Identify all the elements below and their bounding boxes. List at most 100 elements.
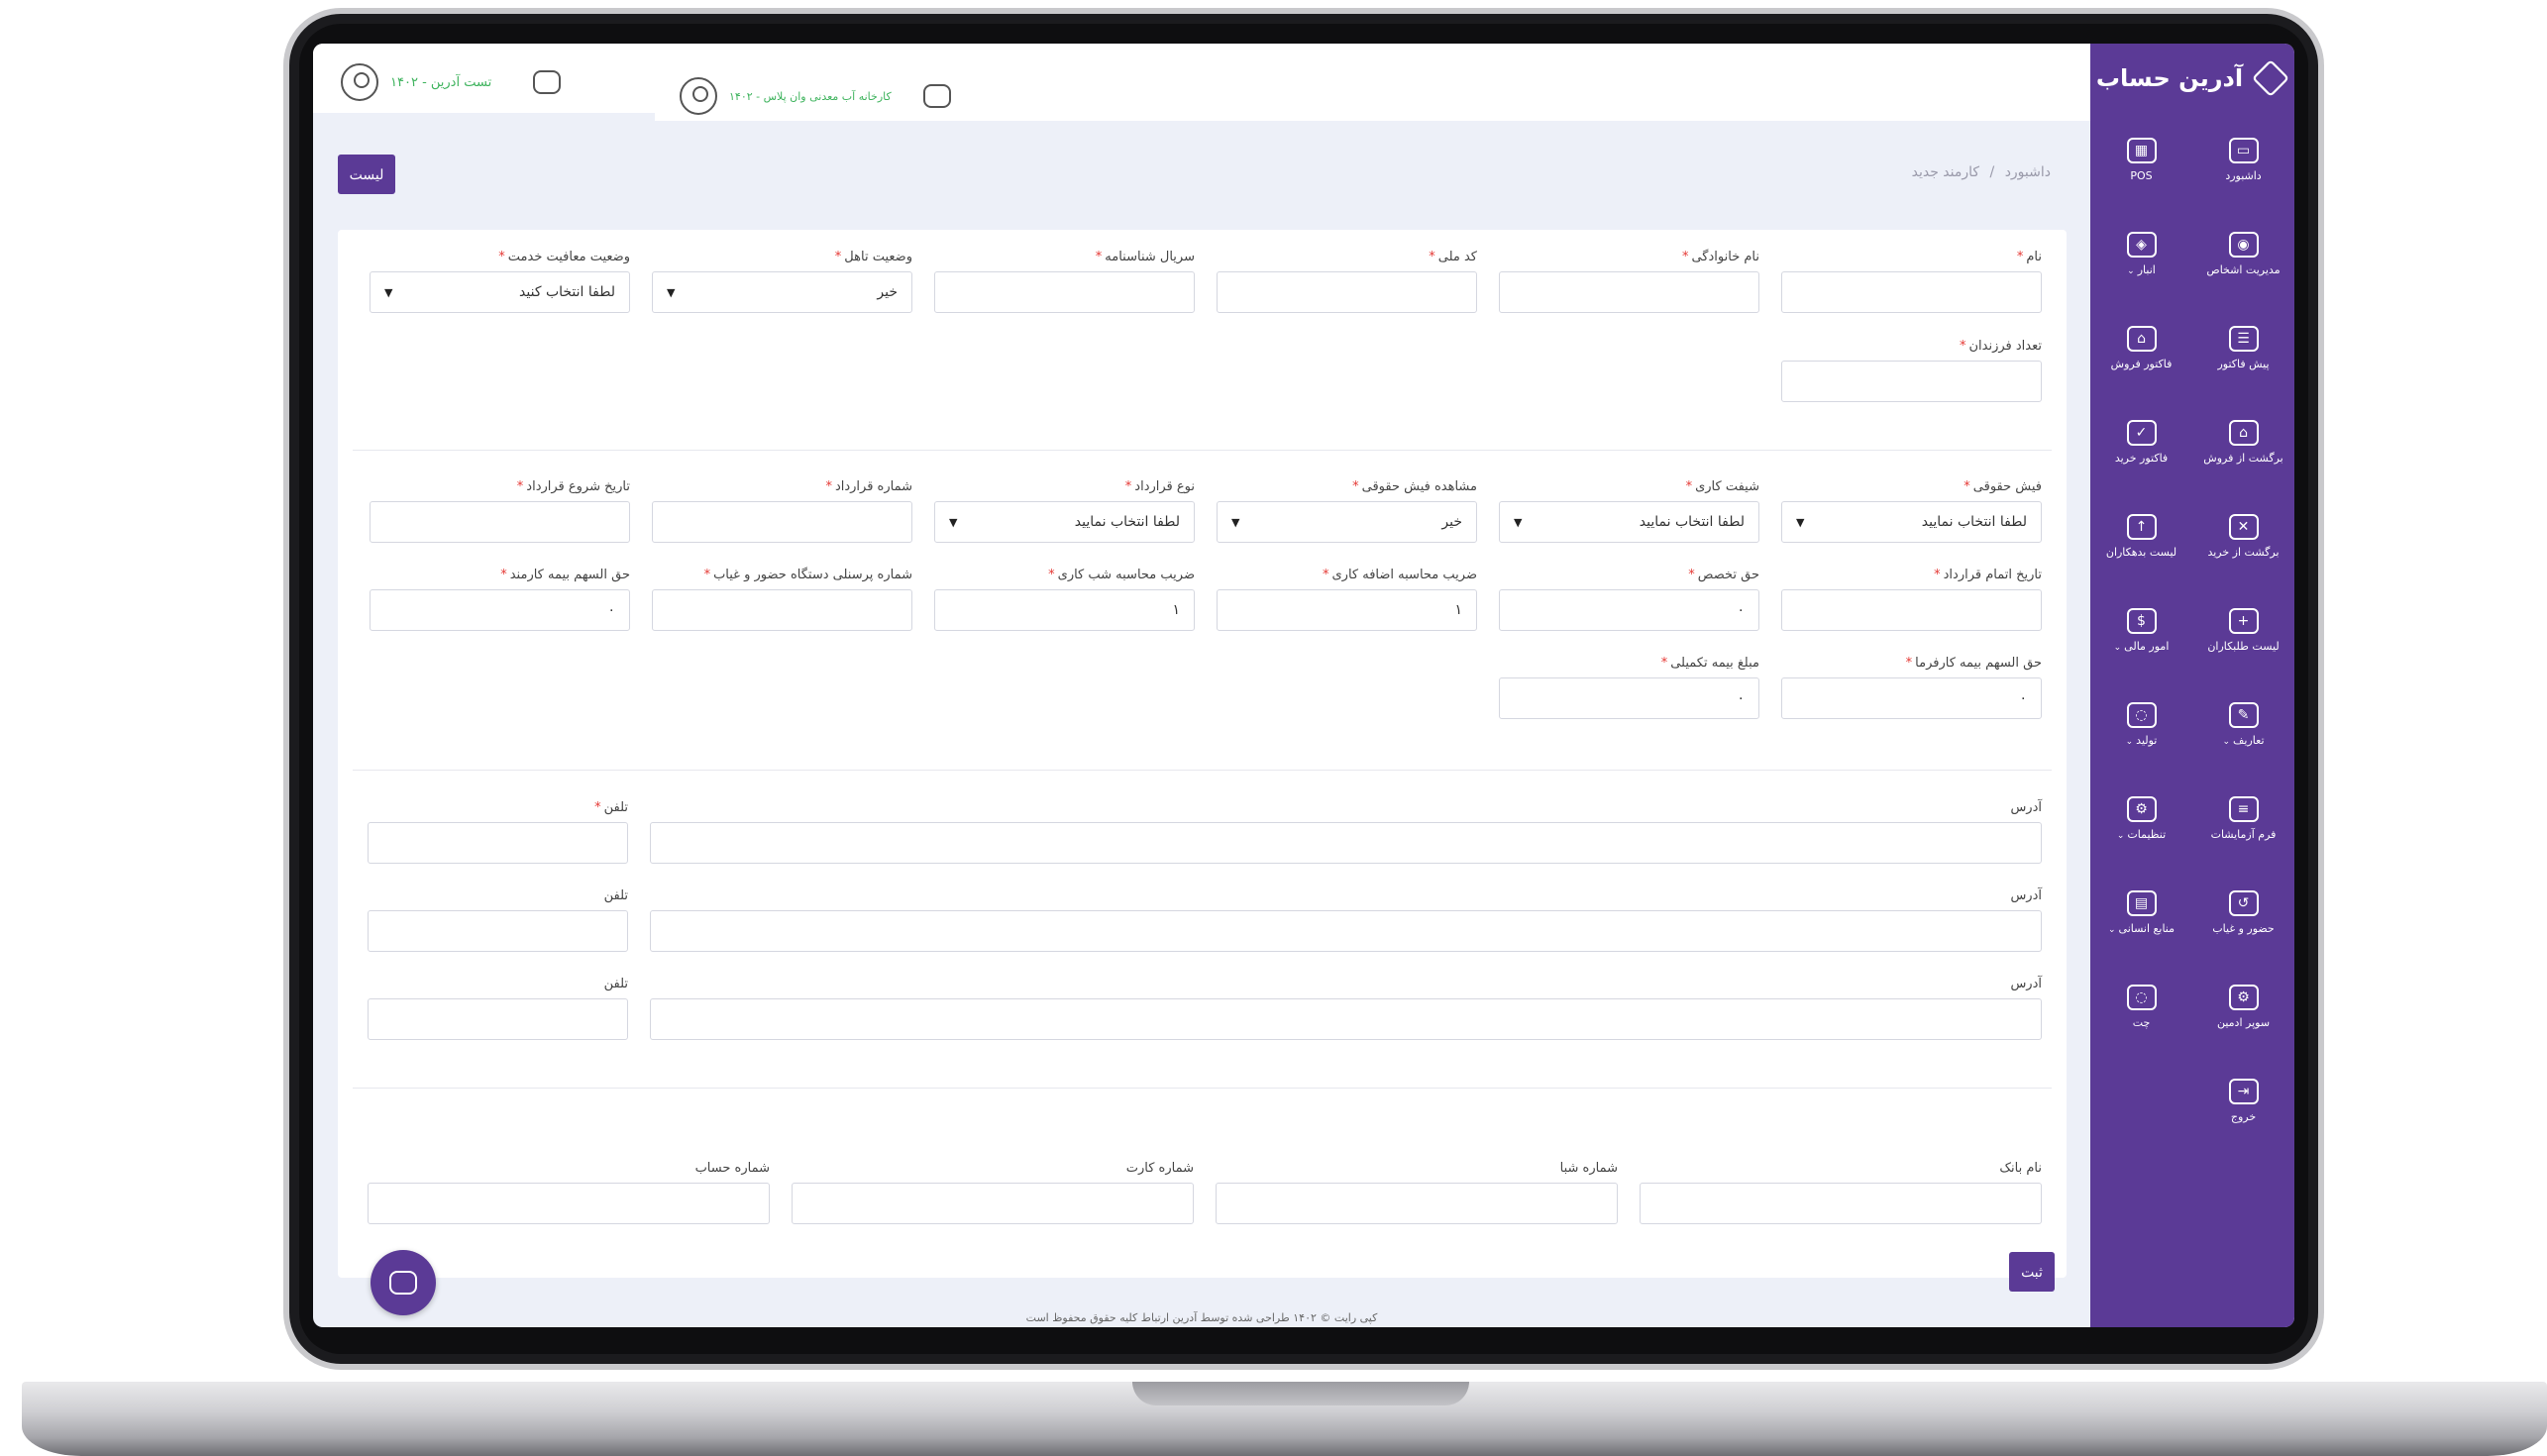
input-field[interactable] — [1217, 271, 1477, 313]
input-field[interactable] — [1781, 361, 2042, 402]
divider — [353, 450, 2052, 451]
company-name: کارخانه آب معدنی وان پلاس - ۱۴۰۲ — [729, 89, 892, 103]
chevron-down-icon: ⌄ — [2113, 643, 2122, 653]
sidebar-menu: ▭ داشبورد ▦ POS ◉ مدیریت اشخاص ◈ انبار⌄ ☰ پیش فاک… — [2090, 113, 2294, 1148]
chat-icon[interactable] — [533, 70, 562, 94]
sidebar-item[interactable]: ✎ تعاریف⌄ — [2192, 677, 2294, 772]
sidebar-item[interactable]: ⚙ تنظیمات⌄ — [2090, 772, 2192, 866]
bank-input[interactable] — [368, 1183, 770, 1224]
list-button[interactable]: لیست — [338, 155, 395, 194]
chat-fab-button[interactable] — [371, 1250, 436, 1315]
sidebar-item[interactable]: ◌ تولید⌄ — [2090, 677, 2192, 772]
field-label-text: وضعیت تاهل — [844, 250, 912, 264]
input-field[interactable] — [1781, 589, 2042, 631]
input-field[interactable] — [1499, 271, 1759, 313]
sidebar-item-label: پیش فاکتور — [2217, 358, 2270, 370]
breadcrumb: داشبورد / کارمند جدید — [1912, 164, 2051, 180]
bank-input[interactable] — [792, 1183, 1194, 1224]
field-label: تعداد فرزندان* — [1781, 339, 2042, 361]
sidebar-item[interactable]: ☰ پیش فاکتور — [2192, 301, 2294, 395]
sidebar-item-label: مدیریت اشخاص — [2206, 263, 2281, 276]
field-label: نام* — [1781, 250, 2042, 271]
field-label-text: تلفن — [603, 888, 628, 903]
sidebar-item[interactable]: ↑ لیست بدهکاران — [2090, 489, 2192, 583]
field-label-text: نام — [2026, 250, 2042, 264]
divider — [353, 770, 2052, 771]
phone-input[interactable] — [368, 822, 628, 864]
breadcrumb-home[interactable]: داشبورد — [2005, 164, 2051, 180]
field-label-text: نوع قرارداد — [1134, 479, 1195, 494]
input-field[interactable] — [370, 501, 630, 543]
logout-icon: ⇥ — [2228, 1079, 2259, 1104]
sidebar-item[interactable]: $ امور مالی⌄ — [2090, 583, 2192, 677]
select-field[interactable]: خیر ▼ — [1217, 501, 1477, 543]
field-label: ضریب محاسبه اضافه کاری* — [1217, 568, 1477, 589]
input-field[interactable]: ۰ — [1499, 589, 1759, 631]
address-input[interactable] — [650, 822, 2042, 864]
laptop-mockup: تست آدرین - ۱۴۰۲ کارخانه آب معدنی وان پل… — [0, 0, 2547, 1456]
input-field[interactable]: ۰ — [1499, 677, 1759, 719]
input-field[interactable] — [934, 271, 1195, 313]
sidebar: آدرین حساب ▭ داشبورد ▦ POS ◉ مدیریت اشخاص ◈ انب… — [2090, 44, 2294, 1327]
shield-user-icon: ◉ — [2228, 232, 2259, 258]
required-mark: * — [1429, 250, 1435, 264]
sidebar-item[interactable]: ◉ مدیریت اشخاص — [2192, 207, 2294, 301]
required-mark: * — [516, 479, 524, 494]
bank-input[interactable] — [1640, 1183, 2042, 1224]
sidebar-item-label: منابع انسانی — [2118, 922, 2176, 935]
input-field[interactable] — [652, 589, 912, 631]
sidebar-item[interactable]: ◈ انبار⌄ — [2090, 207, 2192, 301]
form-row-insurance: حق السهم بیمه کارفرما* ۰ مبلغ بیمه تکمیلی*… — [1499, 656, 2042, 719]
input-field[interactable]: ۱ — [934, 589, 1195, 631]
user-chip-2[interactable]: کارخانه آب معدنی وان پلاس - ۱۴۰۲ — [680, 77, 951, 115]
required-mark: * — [1681, 250, 1689, 264]
field-value: لطفا انتخاب نمایید — [1921, 514, 2027, 530]
brand-logo[interactable]: آدرین حساب — [2090, 44, 2294, 113]
select-field[interactable]: خیر ▼ — [652, 271, 912, 313]
field-label: وضعیت تاهل* — [652, 250, 912, 271]
select-field[interactable]: لطفا انتخاب نمایید ▼ — [934, 501, 1195, 543]
form-field: تاریخ شروع قرارداد* — [370, 479, 630, 543]
sidebar-item[interactable]: ▤ منابع انسانی⌄ — [2090, 866, 2192, 960]
required-mark: * — [1905, 656, 1913, 671]
user-chip-1[interactable]: تست آدرین - ۱۴۰۲ — [341, 63, 562, 101]
sidebar-item[interactable]: + لیست طلبکاران — [2192, 583, 2294, 677]
address-row: آدرس تلفن — [368, 888, 2042, 952]
footer-copyright: کپی رایت © ۱۴۰۲ طراحی شده توسط آدرین ارت… — [1025, 1311, 1378, 1324]
input-field[interactable] — [652, 501, 912, 543]
input-field[interactable]: ۰ — [370, 589, 630, 631]
sidebar-item[interactable]: ⚙ سوپر ادمین — [2192, 960, 2294, 1054]
form-field: ضریب محاسبه شب کاری* ۱ — [934, 568, 1195, 631]
select-field[interactable]: لطفا انتخاب کنید ▼ — [370, 271, 630, 313]
sidebar-item[interactable]: ⌂ برگشت از فروش — [2192, 395, 2294, 489]
chat-icon — [389, 1271, 417, 1295]
input-field[interactable] — [1781, 271, 2042, 313]
sidebar-item[interactable]: ≡ فرم آزمایشات — [2192, 772, 2294, 866]
form-field: نام* — [1781, 250, 2042, 313]
bank-input[interactable] — [1216, 1183, 1618, 1224]
sidebar-item[interactable]: ⌂ فاکتور فروش — [2090, 301, 2192, 395]
input-field[interactable]: ۰ — [1781, 677, 2042, 719]
sidebar-item-text: تعاریف⌄ — [2222, 734, 2264, 747]
sidebar-item[interactable]: ⇥ خروج — [2192, 1054, 2294, 1148]
sidebar-item[interactable]: ↺ حضور و غیاب — [2192, 866, 2294, 960]
field-label-text: شماره حساب — [694, 1161, 770, 1176]
address-input[interactable] — [650, 998, 2042, 1040]
phone-input[interactable] — [368, 998, 628, 1040]
sidebar-item[interactable]: ✓ فاکتور خرید — [2090, 395, 2192, 489]
sidebar-item[interactable]: ◌ چت — [2090, 960, 2192, 1054]
sidebar-item[interactable]: ▦ POS — [2090, 113, 2192, 207]
sidebar-item-label: خروج — [2230, 1110, 2257, 1123]
select-field[interactable]: لطفا انتخاب نمایید ▼ — [1499, 501, 1759, 543]
address-row: آدرس تلفن — [368, 977, 2042, 1040]
input-field[interactable]: ۱ — [1217, 589, 1477, 631]
tab-indicator — [313, 113, 655, 121]
select-field[interactable]: لطفا انتخاب نمایید ▼ — [1781, 501, 2042, 543]
submit-button[interactable]: ثبت — [2009, 1252, 2055, 1292]
address-input[interactable] — [650, 910, 2042, 952]
sidebar-item[interactable]: ▭ داشبورد — [2192, 113, 2294, 207]
chat-icon[interactable] — [922, 84, 951, 108]
phone-input[interactable] — [368, 910, 628, 952]
sidebar-item-text: POS — [2130, 169, 2152, 182]
sidebar-item[interactable]: ✕ برگشت از خرید — [2192, 489, 2294, 583]
